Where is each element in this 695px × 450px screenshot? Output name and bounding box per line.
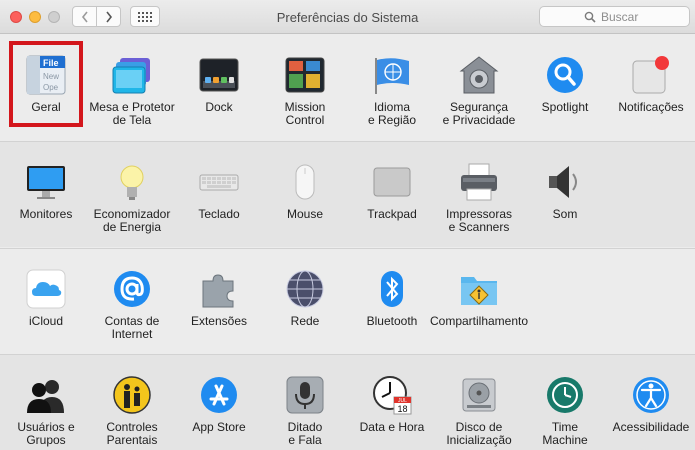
internet-section: iCloud Contas de Internet Extensões Rede [0,248,695,353]
language-region-icon [375,58,409,94]
pane-time-machine[interactable]: Time Machine [522,355,608,450]
pane-displays[interactable]: Monitores [3,142,89,242]
pane-label: Idioma e Região [367,100,417,127]
pane-keyboard[interactable]: Teclado [176,142,262,242]
notifications-icon [632,56,669,94]
parental-controls-icon [113,376,151,414]
pane-label: Time Machine [542,420,588,447]
pane-internet-accounts[interactable]: Contas de Internet [89,249,175,349]
pane-label: Bluetooth [366,314,418,328]
pane-label: Monitores [19,207,73,221]
pane-label: Trackpad [367,207,417,221]
desktop-screensaver-icon [112,58,150,94]
bluetooth-icon [381,271,403,307]
pane-energy-saver[interactable]: Economizador de Energia [89,142,175,242]
window-toolbar: Preferências do Sistema [0,0,695,34]
pane-icloud[interactable]: iCloud [3,249,89,349]
mission-control-icon [285,57,325,93]
internet-accounts-icon [114,271,150,307]
pane-users-groups[interactable]: Usuários e Grupos [3,355,89,450]
pane-desktop-screensaver[interactable]: Mesa e Protetor de Tela [89,35,175,135]
energy-saver-icon [120,165,144,200]
pane-label: Notificações [618,100,684,114]
date-time-icon: JUL 18 [373,376,412,415]
search-field[interactable] [539,6,690,27]
sound-icon [549,166,577,198]
displays-icon [27,166,65,199]
pane-notifications[interactable]: Notificações [608,35,694,135]
pane-label: Impressoras e Scanners [445,207,513,234]
pane-label: Usuários e Grupos [17,420,75,447]
extensions-icon [202,274,234,308]
accessibility-icon [633,377,669,413]
dictation-speech-icon [286,376,324,414]
selection-highlight [9,41,83,127]
pane-sound[interactable]: Som [522,142,608,242]
pane-label: Mesa e Protetor de Tela [89,100,175,127]
pane-label: Acessibilidade [612,420,690,434]
app-store-icon [201,377,237,413]
pane-mission-control[interactable]: Mission Control [262,35,348,135]
security-privacy-icon [459,56,499,94]
pane-label: Extensões [190,314,248,328]
hardware-section: Monitores Economizador de Energia Teclad… [0,141,695,247]
pane-label: Teclado [198,207,240,221]
pane-security-privacy[interactable]: Segurança e Privacidade [436,35,522,135]
pane-label: Compartilhamento [429,314,529,328]
search-input[interactable] [601,9,645,24]
mouse-icon [295,164,315,200]
search-icon [584,11,596,23]
pane-mouse[interactable]: Mouse [262,142,348,242]
spotlight-icon [547,57,583,93]
pane-sharing[interactable]: Compartilhamento [430,249,528,349]
pane-label: Data e Hora [359,420,425,434]
pane-printers-scanners[interactable]: Impressoras e Scanners [436,142,522,242]
icloud-icon [26,269,66,309]
pane-label: Contas de Internet [104,314,160,341]
pane-accessibility[interactable]: Acessibilidade [608,355,694,450]
dock-icon [199,58,239,92]
network-icon [286,270,324,308]
pane-label: Spotlight [541,100,589,114]
sharing-icon [461,277,497,305]
personal-section: File New Ope Geral Mesa e Protetor de Te… [0,35,695,140]
pane-label: Disco de Inicialização [446,420,512,447]
pane-dictation-speech[interactable]: Ditado e Fala [262,355,348,450]
trackpad-icon [373,167,411,197]
pane-label: Economizador de Energia [93,207,171,234]
pane-label: Som [552,207,578,221]
pane-label: Mission Control [284,100,326,127]
pane-label: Rede [290,314,320,328]
pane-network[interactable]: Rede [262,249,348,349]
pane-language-region[interactable]: Idioma e Região [349,35,435,135]
printer-icon [461,163,497,201]
svg-text:18: 18 [397,404,407,414]
startup-disk-icon [462,378,496,412]
pane-dock[interactable]: Dock [176,35,262,135]
pane-startup-disk[interactable]: Disco de Inicialização [436,355,522,450]
pane-label: Dock [205,100,233,114]
pane-label: Controles Parentais [106,420,158,447]
users-groups-icon [27,380,64,413]
pane-label: iCloud [28,314,64,328]
pane-bluetooth[interactable]: Bluetooth [349,249,435,349]
pane-extensions[interactable]: Extensões [176,249,262,349]
pane-label: Ditado e Fala [287,420,323,447]
pane-trackpad[interactable]: Trackpad [349,142,435,242]
pane-app-store[interactable]: App Store [176,355,262,450]
pane-label: Segurança e Privacidade [442,100,516,127]
pane-label: App Store [192,420,246,434]
system-section: Usuários e Grupos Controles Parentais Ap… [0,354,695,450]
keyboard-icon [199,174,239,191]
pane-spotlight[interactable]: Spotlight [522,35,608,135]
time-machine-icon [547,377,583,413]
pane-parental-controls[interactable]: Controles Parentais [89,355,175,450]
pane-label: Mouse [286,207,324,221]
pane-date-time[interactable]: JUL 18 Data e Hora [349,355,435,450]
